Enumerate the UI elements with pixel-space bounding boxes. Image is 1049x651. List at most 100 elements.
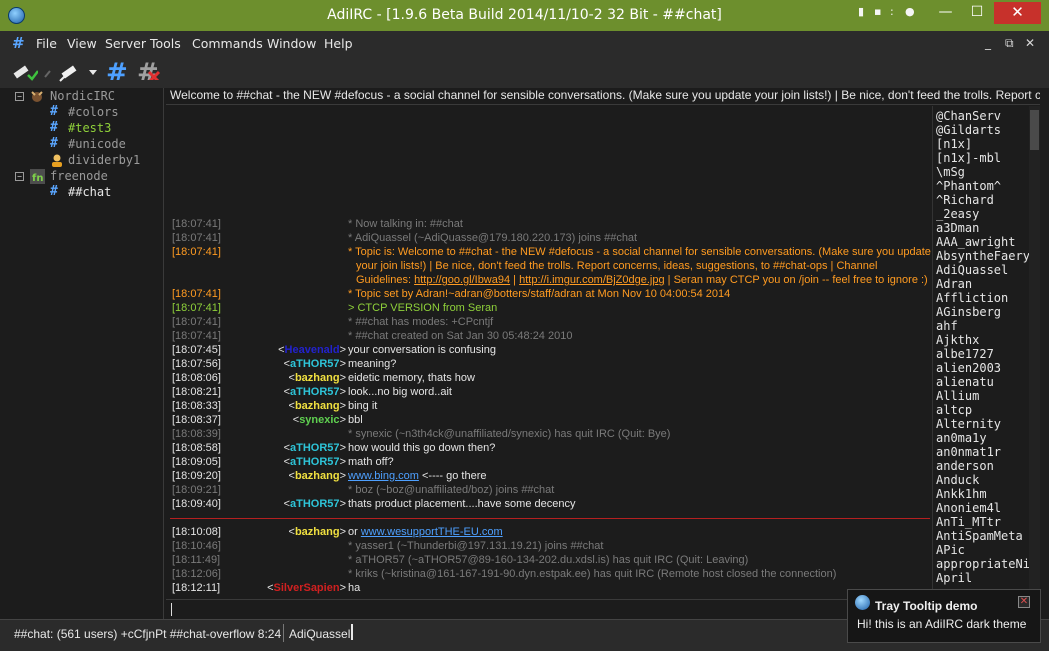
mdi-minimize-icon[interactable]: _: [985, 36, 991, 50]
menu-view[interactable]: View: [67, 36, 97, 51]
nick-list-item[interactable]: @ChanServ: [936, 109, 1001, 123]
nick[interactable]: bazhang: [295, 400, 340, 412]
pin-icon[interactable]: ▮: [858, 5, 864, 18]
nicklist-scrollbar[interactable]: [1029, 106, 1040, 619]
nick-list-item[interactable]: AAA_awright: [936, 235, 1015, 249]
nick-list-item[interactable]: a3Dman: [936, 221, 979, 235]
nick-list-item[interactable]: albe1727: [936, 347, 994, 361]
chat-line: [18:07:56] <aTHOR57> meaning?: [172, 357, 932, 371]
nick-list-item[interactable]: Ajkthx: [936, 333, 979, 347]
nick-list-item[interactable]: alienatu: [936, 375, 994, 389]
disconnect-icon[interactable]: [58, 61, 84, 83]
nick[interactable]: bazhang: [295, 470, 340, 482]
message-link[interactable]: www.wesupportTHE-EU.com: [361, 526, 503, 538]
nick-list-item[interactable]: altcp: [936, 403, 972, 417]
nick-list-item[interactable]: AdiQuassel: [936, 263, 1008, 277]
nick[interactable]: bazhang: [295, 526, 340, 538]
nick-wrapper: <aTHOR57>: [283, 358, 346, 370]
transparency-icon[interactable]: ▪: [874, 5, 881, 18]
nick-list-item[interactable]: April: [936, 571, 972, 585]
minimize-button[interactable]: —: [930, 2, 961, 24]
menu-tools[interactable]: Tools: [150, 36, 181, 51]
nick-list-item[interactable]: anderson: [936, 459, 994, 473]
nick-list-item[interactable]: AbsyntheFaery: [936, 249, 1029, 263]
channel-label: #colors: [68, 105, 119, 119]
nick-list-item[interactable]: ^Phantom^: [936, 179, 1001, 193]
menu-file[interactable]: File: [36, 36, 57, 51]
nick[interactable]: SilverSapien: [274, 582, 340, 594]
mdi-close-icon[interactable]: ✕: [1025, 36, 1035, 50]
message-text: bbl: [348, 414, 363, 426]
nick-wrapper: <aTHOR57>: [283, 498, 346, 510]
nick[interactable]: aTHOR57: [290, 498, 340, 510]
message-text: * kriks (~kristina@161-167-191-90.dyn.es…: [348, 568, 837, 580]
nick[interactable]: aTHOR57: [290, 386, 340, 398]
nick[interactable]: Heavenald: [285, 344, 340, 356]
menu-commands[interactable]: Commands: [192, 36, 263, 51]
nick[interactable]: aTHOR57: [290, 456, 340, 468]
chat-line: [18:08:39] * synexic (~n3th4ck@unaffilia…: [172, 427, 932, 441]
message-wrap: or www.wesupportTHE-EU.com: [348, 525, 503, 539]
message-input[interactable]: [166, 599, 932, 619]
nick-list[interactable]: @ChanServ @Gildarts [n1x] [n1x]-mbl \mSg ^Pha…: [933, 106, 1029, 619]
nick-list-item[interactable]: AntiSpamMeta: [936, 529, 1023, 543]
nick-list-item[interactable]: @Gildarts: [936, 123, 1001, 137]
mdi-restore-icon[interactable]: ⧉: [1005, 36, 1014, 51]
nick-list-item[interactable]: [n1x]-mbl: [936, 151, 1001, 165]
tray-tooltip[interactable]: Tray Tooltip demo ✕ Hi! this is an AdiIR…: [847, 589, 1041, 643]
chat-line: [18:09:20] <bazhang> www.bing.com <---- …: [172, 469, 932, 483]
menu-window[interactable]: Window: [267, 36, 316, 51]
nick-list-item[interactable]: ^Richard: [936, 193, 994, 207]
close-button[interactable]: ✕: [994, 2, 1041, 24]
nick-list-item[interactable]: Alternity: [936, 417, 1001, 431]
server-icon: [31, 91, 43, 102]
tray-minimize-icon[interactable]: :: [890, 5, 894, 18]
nick-list-item[interactable]: AGinsberg: [936, 305, 1001, 319]
message-text: * AdiQuassel (~AdiQuasse@179.180.220.173…: [348, 232, 638, 244]
nick-list-item[interactable]: Anduck: [936, 473, 979, 487]
chat-window[interactable]: [18:07:41] * Now talking in: ##chat [18:…: [166, 106, 932, 598]
dropdown-arrow-icon[interactable]: [87, 61, 99, 83]
nick-list-item[interactable]: Allium: [936, 389, 979, 403]
nick-list-item[interactable]: AnTi_MTtr: [936, 515, 1001, 529]
collapse-icon[interactable]: −: [15, 92, 24, 101]
topic-link[interactable]: http://i.imgur.com/BjZ0dge.jpg: [519, 274, 665, 286]
status-nick[interactable]: AdiQuassel: [289, 627, 350, 641]
timestamp: [18:08:39]: [172, 428, 221, 440]
always-on-top-icon[interactable]: ●: [905, 5, 915, 18]
nick-list-item[interactable]: Ankk1hm: [936, 487, 987, 501]
collapse-icon[interactable]: −: [15, 172, 24, 181]
nick-list-item[interactable]: \mSg: [936, 165, 965, 179]
join-channel-icon[interactable]: #: [104, 58, 132, 80]
timestamp: [18:07:41]: [172, 330, 221, 342]
nick-list-item[interactable]: _2easy: [936, 207, 979, 221]
nick-list-item[interactable]: Anoniem4l: [936, 501, 1001, 515]
nicklist-scroll-thumb[interactable]: [1030, 110, 1039, 150]
nick[interactable]: bazhang: [295, 372, 340, 384]
menu-server[interactable]: Server: [105, 36, 146, 51]
nick-list-item[interactable]: appropriateNi: [936, 557, 1029, 571]
nick-list-item[interactable]: Affliction: [936, 291, 1008, 305]
chat-line: [18:09:21] * boz (~boz@unaffiliated/boz)…: [172, 483, 932, 497]
nick-list-item[interactable]: ahf: [936, 319, 958, 333]
connect-icon[interactable]: [12, 61, 38, 83]
topic-link[interactable]: http://goo.gl/Ibwa94: [414, 274, 510, 286]
nick[interactable]: aTHOR57: [290, 442, 340, 454]
message-link[interactable]: www.bing.com: [348, 470, 419, 482]
nick-list-item[interactable]: Adran: [936, 277, 972, 291]
nick-list-item[interactable]: alien2003: [936, 361, 1001, 375]
nick-list-item[interactable]: [n1x]: [936, 137, 972, 151]
part-channel-icon[interactable]: #: [135, 58, 163, 80]
nick[interactable]: synexic: [299, 414, 339, 426]
tooltip-close-button[interactable]: ✕: [1018, 596, 1030, 608]
nick-list-item[interactable]: an0nmat1r: [936, 445, 1001, 459]
maximize-button[interactable]: ☐: [961, 2, 993, 24]
channel-topic[interactable]: Welcome to ##chat - the NEW #defocus - a…: [166, 88, 1040, 105]
menu-help[interactable]: Help: [324, 36, 353, 51]
chat-line: [18:10:46] * yasser1 (~Thunderbi@197.131…: [172, 539, 932, 553]
nick-list-item[interactable]: APic: [936, 543, 965, 557]
message-text: * synexic (~n3th4ck@unaffiliated/synexic…: [348, 428, 671, 440]
channel-menu-icon[interactable]: #: [12, 34, 25, 52]
nick[interactable]: aTHOR57: [290, 358, 340, 370]
nick-list-item[interactable]: an0ma1y: [936, 431, 987, 445]
